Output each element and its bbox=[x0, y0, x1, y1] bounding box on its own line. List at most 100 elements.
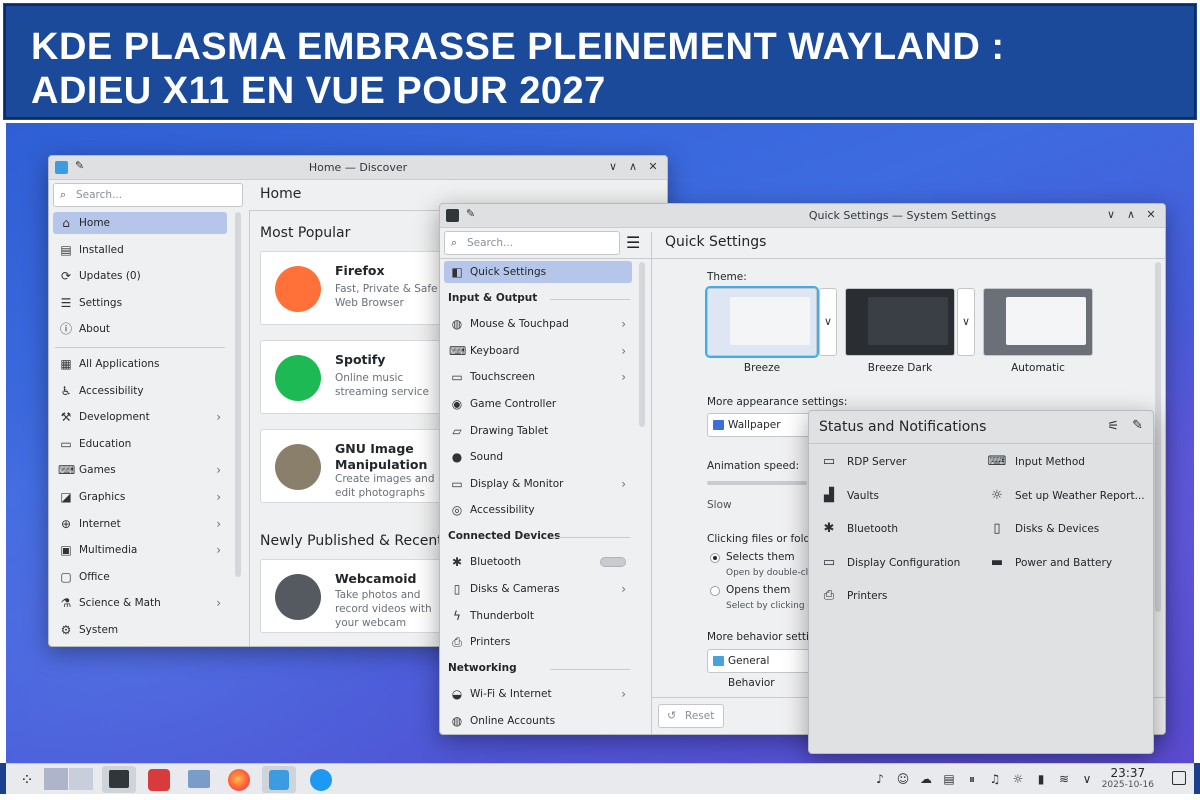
category-accessibility[interactable]: ♿ Accessibility bbox=[53, 380, 227, 402]
sidebar-item-updates-0[interactable]: ⟳ Updates (0) bbox=[53, 265, 227, 287]
opens-radio[interactable] bbox=[710, 586, 720, 596]
sidebar-item-thunderbolt[interactable]: ϟ Thunderbolt bbox=[444, 605, 632, 627]
pin-icon[interactable]: ✎ bbox=[466, 207, 475, 220]
sidebar-item-online-accounts[interactable]: ◍ Online Accounts bbox=[444, 710, 632, 732]
theme-variant-dropdown[interactable]: ∨ bbox=[957, 288, 975, 356]
general-behavior-button[interactable]: General Behavior bbox=[707, 649, 817, 689]
category-science-math[interactable]: ⚗ Science & Math › bbox=[53, 592, 227, 614]
sidebar-item-accessibility[interactable]: ◎ Accessibility bbox=[444, 499, 632, 521]
app-card-firefox[interactable]: Firefox Fast, Private & Safe Web Browser bbox=[260, 251, 460, 325]
category-games[interactable]: ⌨ Games › bbox=[53, 459, 227, 481]
app-card-webcamoid[interactable]: Webcamoid Take photos and record videos w… bbox=[260, 559, 460, 633]
file-manager-task[interactable] bbox=[182, 766, 216, 793]
battery-icon[interactable]: ▮ bbox=[1033, 771, 1049, 787]
reset-button[interactable]: ↺ Reset bbox=[658, 704, 724, 728]
sidebar-item-wi-fi-internet[interactable]: ◒ Wi-Fi & Internet › bbox=[444, 683, 632, 705]
show-desktop-icon[interactable] bbox=[1172, 771, 1186, 785]
sidebar-item-keyboard[interactable]: ⌨ Keyboard › bbox=[444, 340, 632, 362]
system-settings-task[interactable] bbox=[102, 766, 136, 793]
clipboard-icon[interactable]: ▤ bbox=[941, 771, 957, 787]
status-item-display-configuration[interactable]: ▭ Display Configuration bbox=[815, 552, 960, 574]
sidebar-item-installed[interactable]: ▤ Installed bbox=[53, 239, 227, 261]
settings-search-input[interactable]: ⌕ Search... bbox=[444, 231, 620, 255]
status-item-vaults[interactable]: ▟ Vaults bbox=[815, 485, 879, 507]
vaults-icon: ▟ bbox=[824, 487, 834, 503]
webcam-icon bbox=[275, 574, 321, 620]
app-card-spotify[interactable]: Spotify Online music streaming service bbox=[260, 340, 460, 414]
status-item-input-method[interactable]: ⌨ Input Method bbox=[983, 451, 1085, 473]
close-button[interactable]: ✕ bbox=[1143, 207, 1159, 223]
category-multimedia[interactable]: ▣ Multimedia › bbox=[53, 539, 227, 561]
user-icon[interactable]: ☺ bbox=[895, 771, 911, 787]
category-education[interactable]: ▭ Education bbox=[53, 433, 227, 455]
brightness-icon[interactable]: ☼ bbox=[1010, 771, 1026, 787]
sidebar-item-sound[interactable]: ● Sound bbox=[444, 446, 632, 468]
category-all-applications[interactable]: ▦ All Applications bbox=[53, 353, 227, 375]
configure-icon[interactable]: ⚟ bbox=[1107, 419, 1119, 434]
sidebar-item-drawing-tablet[interactable]: ▱ Drawing Tablet bbox=[444, 420, 632, 442]
sidebar-item-touchscreen[interactable]: ▭ Touchscreen › bbox=[444, 366, 632, 388]
category-graphics[interactable]: ◪ Graphics › bbox=[53, 486, 227, 508]
bluetooth-toggle[interactable] bbox=[600, 557, 626, 568]
status-item-disks-devices[interactable]: ▯ Disks & Devices bbox=[983, 518, 1099, 540]
status-item-set-up-weather-report[interactable]: ☼ Set up Weather Report... bbox=[983, 485, 1144, 507]
theme-variant-dropdown[interactable]: ∨ bbox=[819, 288, 837, 356]
sidebar-scrollbar[interactable] bbox=[235, 212, 241, 577]
theme-automatic[interactable] bbox=[983, 288, 1093, 356]
category-label: Graphics bbox=[79, 491, 126, 503]
kde-connect-task[interactable] bbox=[304, 766, 338, 793]
sidebar-item-about[interactable]: ⓘ About bbox=[53, 318, 227, 340]
category-system[interactable]: ⚙ System bbox=[53, 619, 227, 641]
volume-icon[interactable]: ♫ bbox=[987, 771, 1003, 787]
clock[interactable]: 23:37 2025-10-16 bbox=[1102, 766, 1154, 791]
settings-titlebar[interactable]: ✎ Quick Settings — System Settings ∨ ∧ ✕ bbox=[440, 204, 1165, 228]
category-label: Multimedia bbox=[79, 544, 138, 557]
theme-label: Automatic bbox=[1011, 362, 1065, 374]
animation-speed-slider[interactable] bbox=[707, 481, 807, 485]
discover-task[interactable] bbox=[262, 766, 296, 793]
sidebar-scrollbar[interactable] bbox=[639, 262, 645, 427]
maximize-button[interactable]: ∧ bbox=[1123, 207, 1139, 223]
notifications-icon[interactable]: ♪ bbox=[872, 771, 888, 787]
wallpaper-button[interactable]: Wallpaper bbox=[707, 413, 817, 437]
minimize-button[interactable]: ∨ bbox=[1103, 207, 1119, 223]
status-item-bluetooth[interactable]: ✱ Bluetooth bbox=[815, 518, 898, 540]
category-office[interactable]: ▢ Office bbox=[53, 566, 227, 588]
sidebar-item-display-monitor[interactable]: ▭ Display & Monitor › bbox=[444, 473, 632, 495]
minimize-button[interactable]: ∨ bbox=[605, 159, 621, 175]
category-internet[interactable]: ⊕ Internet › bbox=[53, 513, 227, 535]
discover-task-alt[interactable] bbox=[142, 766, 176, 793]
firefox-task[interactable] bbox=[222, 766, 256, 793]
sidebar-item-quick-settings[interactable]: ◧ Quick Settings bbox=[444, 261, 632, 283]
sidebar-item-home[interactable]: ⌂ Home bbox=[53, 212, 227, 234]
close-button[interactable]: ✕ bbox=[645, 159, 661, 175]
general-behavior-icon bbox=[713, 656, 724, 666]
pin-icon[interactable]: ✎ bbox=[1132, 418, 1143, 433]
status-item-printers[interactable]: ⎙ Printers bbox=[815, 585, 888, 607]
sidebar-item-disks-cameras[interactable]: ▯ Disks & Cameras › bbox=[444, 578, 632, 600]
theme-breeze[interactable] bbox=[705, 286, 819, 358]
sidebar-item-label: Wi-Fi & Internet bbox=[470, 688, 552, 701]
wifi-icon[interactable]: ≋ bbox=[1056, 771, 1072, 787]
virtual-desktops-pager[interactable] bbox=[44, 766, 94, 793]
discover-titlebar[interactable]: ✎ Home — Discover ∨ ∧ ✕ bbox=[49, 156, 667, 180]
hamburger-menu-icon[interactable]: ☰ bbox=[626, 233, 640, 252]
cloud-sync-icon[interactable]: ☁ bbox=[918, 771, 934, 787]
content-scrollbar[interactable] bbox=[1155, 262, 1161, 612]
app-launcher-icon[interactable]: ⁘ bbox=[10, 766, 44, 793]
status-item-power-and-battery[interactable]: ▬ Power and Battery bbox=[983, 552, 1112, 574]
sidebar-item-printers[interactable]: ⎙ Printers bbox=[444, 631, 632, 653]
status-item-rdp-server[interactable]: ▭ RDP Server bbox=[815, 451, 907, 473]
media-pause-icon[interactable]: ⏸ bbox=[964, 771, 980, 787]
discover-search-input[interactable]: ⌕ Search... bbox=[53, 183, 243, 207]
theme-breeze-dark[interactable] bbox=[845, 288, 955, 356]
sidebar-item-bluetooth[interactable]: ✱ Bluetooth bbox=[444, 551, 632, 573]
sidebar-item-mouse-touchpad[interactable]: ◍ Mouse & Touchpad › bbox=[444, 313, 632, 335]
expand-tray-icon[interactable]: ∨ bbox=[1079, 771, 1095, 787]
sidebar-item-settings[interactable]: ☰ Settings bbox=[53, 292, 227, 314]
app-card-gnu-image-manipulation[interactable]: GNU Image Manipulation Create images and … bbox=[260, 429, 460, 503]
selects-radio[interactable] bbox=[710, 553, 720, 563]
maximize-button[interactable]: ∧ bbox=[625, 159, 641, 175]
category-development[interactable]: ⚒ Development › bbox=[53, 406, 227, 428]
sidebar-item-game-controller[interactable]: ◉ Game Controller bbox=[444, 393, 632, 415]
